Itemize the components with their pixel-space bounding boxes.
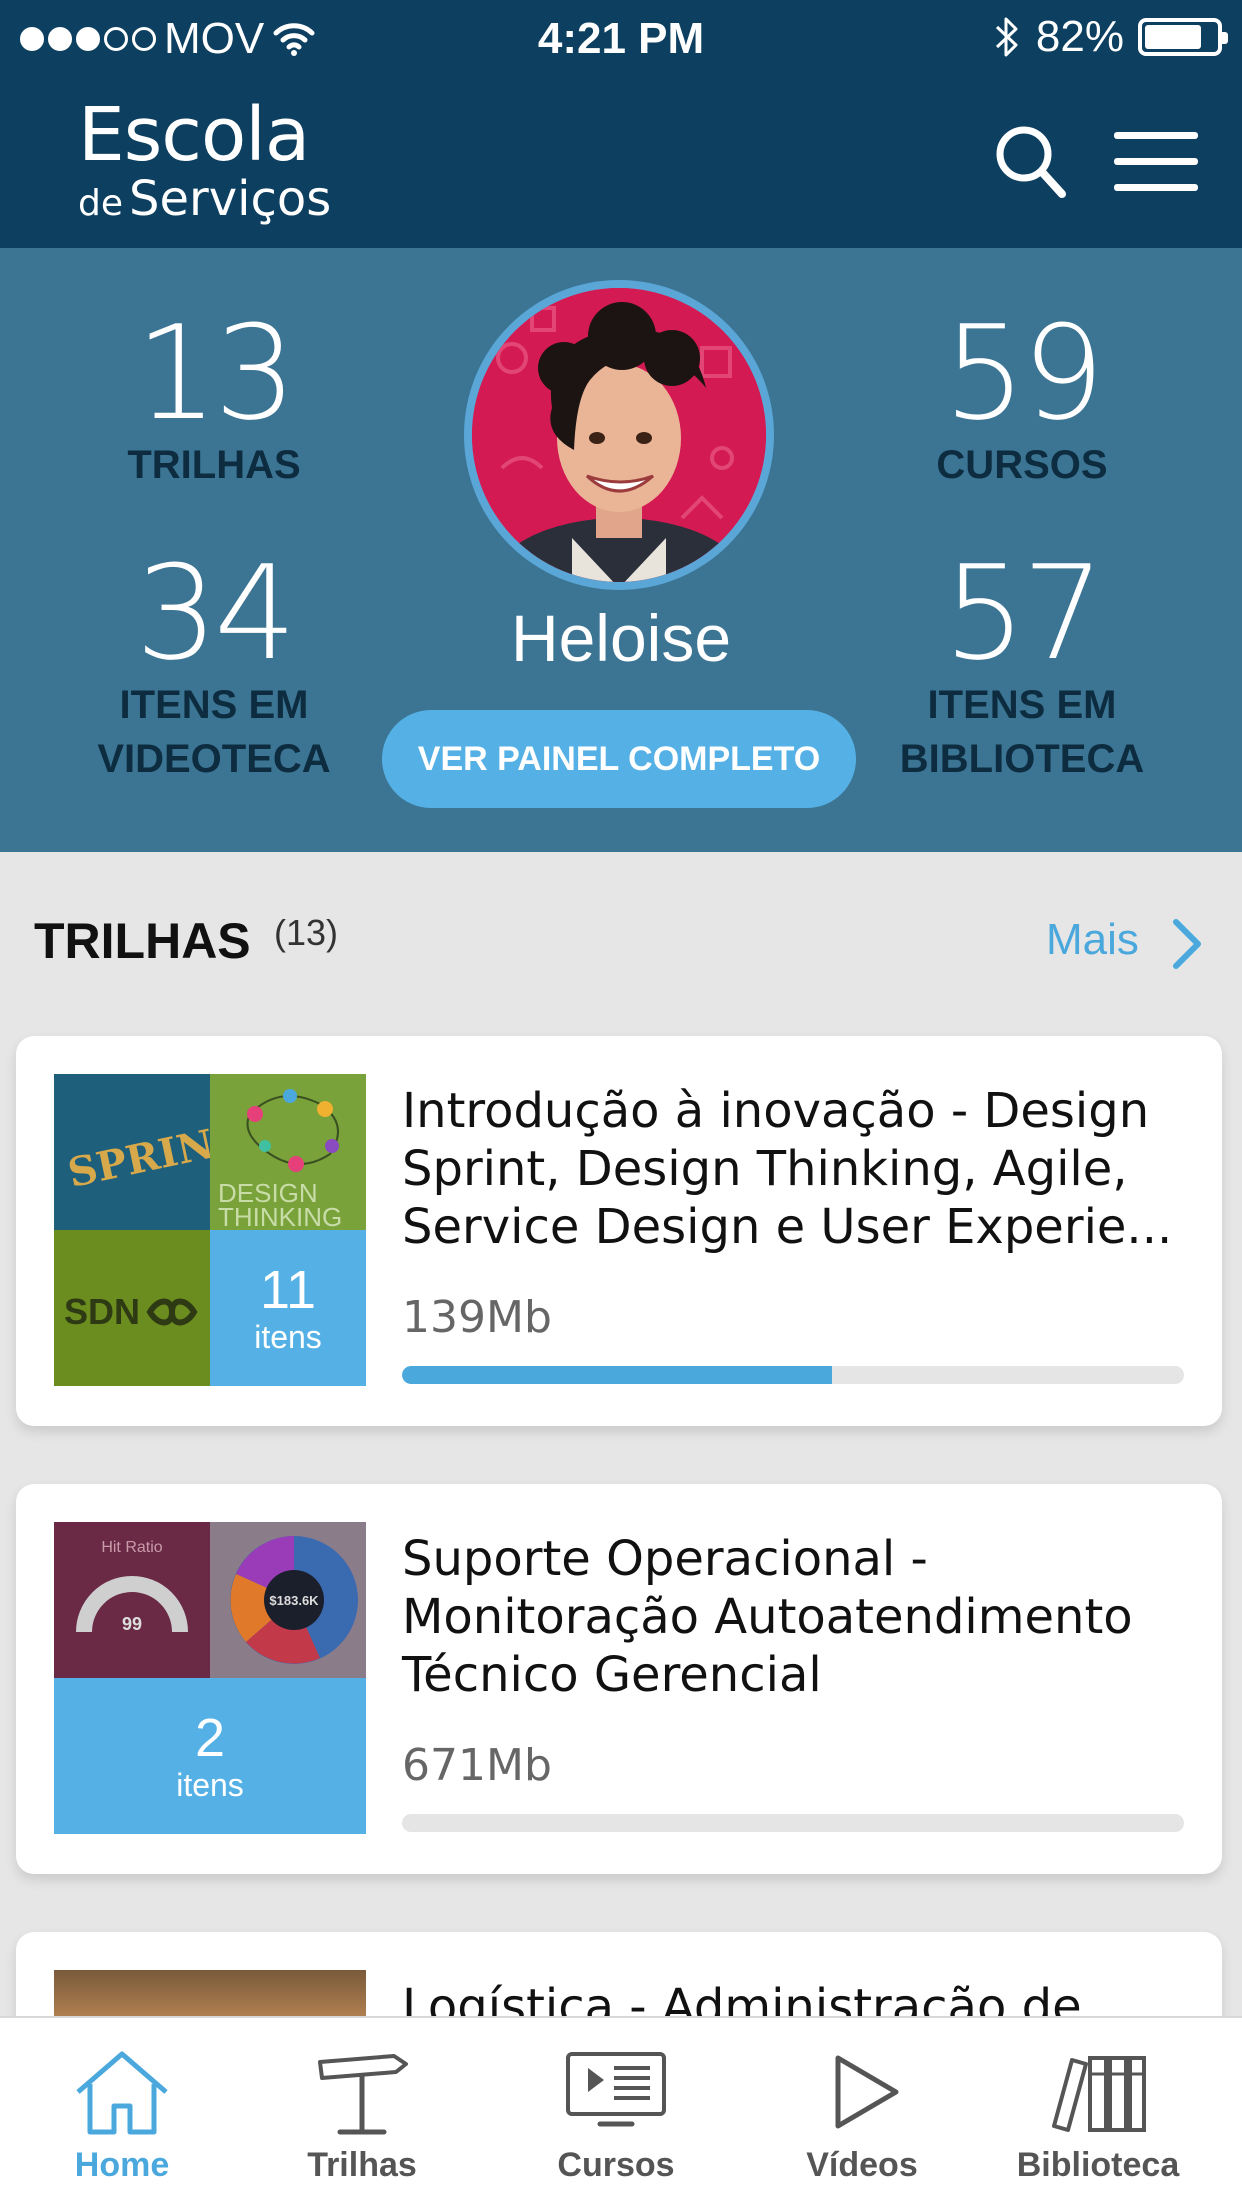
trail-title: Suporte Operacional - Monitoração Autoat… [402, 1531, 1133, 1703]
svg-text:Hit Ratio: Hit Ratio [101, 1539, 162, 1556]
avatar-photo [472, 288, 766, 582]
items-word: itens [176, 1767, 244, 1803]
course-screen-icon [566, 2052, 666, 2127]
section-title: TRILHAS [34, 913, 251, 969]
svg-text:THINKING: THINKING [218, 1202, 342, 1230]
items-count-tile: 11 itens [210, 1230, 366, 1386]
stat-label: ITENS EM BIBLIOTECA [899, 683, 1145, 781]
stat-label: TRILHAS [127, 443, 301, 487]
app-header: Escola de Serviços [0, 76, 1242, 248]
bottom-tab-bar: Home Trilhas Cursos Vídeos Biblioteca [0, 2016, 1242, 2210]
svg-text:99: 99 [122, 1614, 142, 1634]
stat-label: CURSOS [936, 443, 1108, 487]
tab-label: Cursos [557, 2146, 675, 2184]
svg-text:$183.6K: $183.6K [269, 1593, 319, 1608]
logo-line1: Escola [78, 92, 310, 178]
svg-text:SPRINT: SPRINT [64, 1114, 210, 1197]
status-right: 82% [992, 12, 1228, 62]
profile-name: Heloise [510, 601, 732, 675]
view-full-panel-button[interactable]: VER PAINEL COMPLETO [382, 710, 856, 808]
stat-label: ITENS EM VIDEOTECA [97, 683, 331, 781]
trail-card[interactable]: SPRINT DESIGN THINKING SDN 11 itens Intr… [16, 1036, 1222, 1426]
stat-value: 57 [943, 537, 1104, 689]
items-count: 2 [194, 1708, 226, 1768]
tab-label: Biblioteca [1016, 2146, 1180, 2184]
sdn-tile: SDN [54, 1230, 210, 1386]
items-count-tile: 2 itens [54, 1678, 366, 1834]
items-word: itens [254, 1319, 322, 1355]
more-link[interactable]: Mais [1046, 915, 1139, 965]
signpost-icon [318, 2054, 408, 2135]
tab-label: Home [74, 2146, 170, 2184]
battery-icon [1138, 18, 1228, 56]
trail-size: 139Mb [402, 1292, 552, 1343]
trail-title: Introdução à inovação - Design Sprint, D… [402, 1083, 1173, 1255]
battery-percent: 82% [1035, 12, 1124, 61]
stat-cursos[interactable]: 59 CURSOS [862, 308, 1182, 492]
items-count: 11 [259, 1260, 317, 1320]
status-bar: MOV 4:21 PM 82% [0, 0, 1242, 76]
bluetooth-icon [995, 17, 1018, 57]
trail-thumbnail: SPRINT DESIGN THINKING SDN 11 itens [54, 1074, 366, 1386]
sprint-tile: SPRINT [54, 1074, 210, 1230]
logo-line2: de Serviços [78, 171, 332, 227]
home-icon [76, 2051, 168, 2135]
gauge-tile: Hit Ratio 99 [54, 1522, 210, 1678]
tab-label: Trilhas [307, 2146, 417, 2184]
tab-home[interactable]: Home [2, 2018, 242, 2210]
menu-icon[interactable] [1114, 128, 1198, 196]
books-icon [1052, 2056, 1146, 2132]
tab-videos[interactable]: Vídeos [742, 2018, 982, 2210]
trail-progress [402, 1814, 1184, 1832]
trail-card[interactable]: Hit Ratio 99 $183.6K 2 itens Suporte Ope… [16, 1484, 1222, 1874]
stat-biblioteca[interactable]: 57 ITENS EM BIBLIOTECA [862, 548, 1182, 786]
tab-label: Vídeos [806, 2146, 918, 2184]
avatar[interactable] [464, 280, 774, 590]
tab-trilhas[interactable]: Trilhas [242, 2018, 482, 2210]
escola-logo[interactable]: Escola de Serviços [78, 98, 331, 229]
profile-summary: 13 TRILHAS 59 CURSOS 34 ITENS EM VIDEOTE… [0, 248, 1242, 852]
trail-thumbnail: Hit Ratio 99 $183.6K 2 itens [54, 1522, 366, 1834]
stat-trilhas[interactable]: 13 TRILHAS [54, 308, 374, 492]
stat-value: 59 [943, 297, 1104, 449]
stat-value: 13 [135, 297, 296, 449]
donut-chart-tile: $183.6K [210, 1522, 366, 1678]
trail-progress [402, 1366, 1184, 1384]
tab-cursos[interactable]: Cursos [496, 2018, 736, 2210]
play-icon [835, 2055, 899, 2129]
section-count: (13) [274, 912, 339, 953]
trail-size: 671Mb [402, 1740, 552, 1791]
chevron-right-icon[interactable] [1170, 918, 1204, 970]
stat-videoteca[interactable]: 34 ITENS EM VIDEOTECA [54, 548, 374, 786]
tab-biblioteca[interactable]: Biblioteca [978, 2018, 1218, 2210]
stat-value: 34 [135, 537, 296, 689]
svg-text:SDN: SDN [64, 1291, 140, 1332]
design-thinking-tile: DESIGN THINKING [210, 1074, 366, 1230]
search-icon[interactable] [990, 116, 1070, 206]
